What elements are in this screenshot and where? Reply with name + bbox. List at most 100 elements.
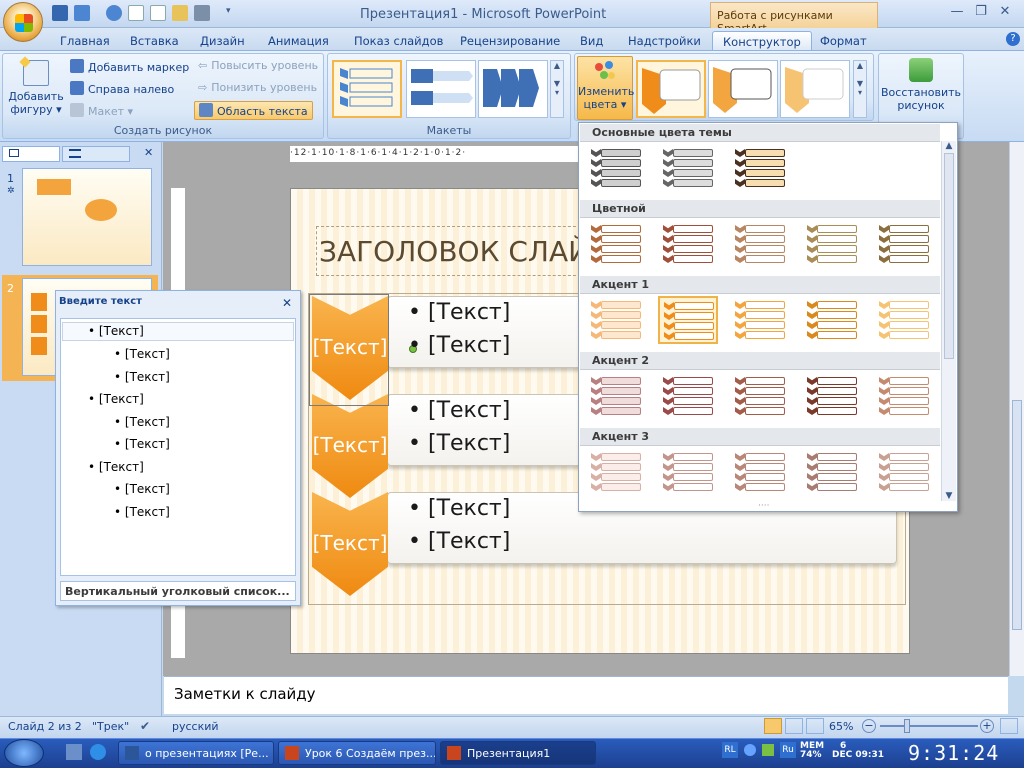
customize-qat-icon[interactable]: ▾ — [226, 6, 231, 16]
language-tray-icon[interactable]: RL — [722, 742, 738, 758]
tab-home[interactable]: Главная — [60, 31, 110, 51]
scroll-up-icon[interactable]: ▲ — [942, 141, 956, 151]
scroll-thumb[interactable] — [1012, 400, 1022, 630]
promote-button[interactable]: ⇦ Повысить уровень — [198, 59, 318, 72]
tab-review[interactable]: Рецензирование — [460, 31, 560, 51]
spell-check-icon[interactable]: ✔ — [140, 719, 150, 733]
restore-icon[interactable]: ❐ — [970, 4, 992, 22]
color-option-swatch[interactable] — [658, 448, 718, 496]
layout-arrow-list[interactable] — [478, 60, 548, 118]
start-button[interactable] — [4, 739, 44, 767]
color-option-swatch[interactable] — [802, 372, 862, 420]
color-option-swatch[interactable] — [586, 144, 646, 192]
layout-button[interactable]: Макет ▾ — [70, 103, 133, 118]
tab-constructor[interactable]: Конструктор — [712, 31, 812, 51]
open-folder-icon[interactable] — [172, 5, 188, 21]
office-button[interactable] — [3, 2, 43, 42]
demote-button[interactable]: ⇨ Понизить уровень — [198, 81, 317, 94]
color-option-swatch[interactable] — [586, 296, 646, 344]
tab-design[interactable]: Дизайн — [200, 31, 245, 51]
color-option-swatch[interactable] — [730, 144, 790, 192]
taskbar-presentation1[interactable]: Презентация1 — [440, 741, 596, 765]
tab-view[interactable]: Вид — [580, 31, 603, 51]
bullet-text[interactable]: • [Текст] — [408, 496, 510, 521]
slide-thumbnail-1[interactable] — [22, 168, 152, 266]
tab-slides[interactable] — [2, 146, 60, 162]
bullet-text[interactable]: • [Текст] — [408, 398, 510, 423]
color-option-swatch[interactable] — [802, 448, 862, 496]
scroll-thumb[interactable] — [944, 153, 954, 359]
color-option-swatch[interactable] — [730, 372, 790, 420]
help-icon[interactable]: ? — [1006, 32, 1020, 46]
text-pane-layout-link[interactable]: Вертикальный уголковый список... — [60, 581, 296, 601]
zoom-in-icon[interactable]: + — [980, 719, 994, 733]
tray-app-icon[interactable] — [762, 744, 774, 756]
bullet-text[interactable]: • [Текст] — [408, 529, 510, 554]
theme-name[interactable]: "Трек" — [92, 720, 129, 733]
text-pane-item[interactable]: • [Текст] — [88, 324, 144, 338]
new-doc-icon[interactable] — [128, 5, 144, 21]
color-option-swatch[interactable] — [730, 220, 790, 268]
tab-insert[interactable]: Вставка — [130, 31, 179, 51]
redo-icon[interactable] — [106, 5, 122, 21]
color-option-swatch[interactable] — [658, 144, 718, 192]
tab-outline[interactable] — [62, 146, 130, 162]
reset-graphic-button[interactable]: Восстановить рисунок — [880, 56, 962, 120]
text-pane-item[interactable]: • [Текст] — [114, 415, 170, 429]
language[interactable]: русский — [172, 720, 219, 733]
zoom-out-icon[interactable]: − — [862, 719, 876, 733]
layout-vertical-chevron-list[interactable] — [332, 60, 402, 118]
close-pane-icon[interactable]: ✕ — [144, 146, 153, 159]
slide-title[interactable]: ЗАГОЛОВОК СЛАЙДА — [316, 226, 586, 276]
scroll-down-icon[interactable]: ▼ — [942, 491, 956, 501]
add-bullet-button[interactable]: Добавить маркер — [70, 59, 189, 74]
network-icon[interactable] — [744, 744, 756, 756]
color-option-swatch[interactable] — [730, 448, 790, 496]
color-option-swatch[interactable] — [874, 448, 934, 496]
text-pane-item[interactable]: • [Текст] — [114, 482, 170, 496]
taskbar-word-doc[interactable]: о презентациях [Ре... — [118, 741, 274, 765]
layout-process-list[interactable] — [406, 60, 476, 118]
zoom-level[interactable]: 65% — [829, 720, 853, 733]
slide-sorter-icon[interactable] — [785, 718, 803, 734]
resize-grip-icon[interactable]: ···· — [758, 501, 769, 511]
zoom-slider-thumb[interactable] — [904, 719, 910, 733]
text-pane-item[interactable]: • [Текст] — [114, 370, 170, 384]
editor-scrollbar[interactable] — [1009, 142, 1024, 676]
style-option-1[interactable] — [636, 60, 706, 118]
slideshow-view-icon[interactable] — [806, 718, 824, 734]
color-option-swatch[interactable] — [874, 220, 934, 268]
print-icon[interactable] — [194, 5, 210, 21]
tab-slideshow[interactable]: Показ слайдов — [354, 31, 443, 51]
color-option-swatch[interactable] — [874, 296, 934, 344]
print-preview-icon[interactable] — [150, 5, 166, 21]
keyboard-layout-icon[interactable]: Ru — [780, 742, 796, 758]
style-option-3[interactable] — [780, 60, 850, 118]
text-pane-close-icon[interactable]: ✕ — [282, 296, 292, 310]
minimize-icon[interactable]: — — [946, 4, 968, 22]
taskbar-lesson-doc[interactable]: Урок 6 Создаём през... — [278, 741, 436, 765]
color-option-swatch[interactable] — [586, 372, 646, 420]
bullet-text[interactable]: • [Текст] — [408, 333, 510, 358]
notes-pane[interactable]: Заметки к слайду — [164, 676, 1008, 714]
bullet-text[interactable]: • [Текст] — [408, 300, 510, 325]
color-option-swatch[interactable] — [658, 372, 718, 420]
styles-gallery-scroll[interactable]: ▲ ▼ ▾ — [853, 60, 867, 118]
color-option-swatch[interactable] — [802, 296, 862, 344]
fit-to-window-icon[interactable] — [1000, 718, 1018, 734]
right-to-left-button[interactable]: Справа налево — [70, 81, 174, 96]
dropdown-scrollbar[interactable]: ▲ ▼ — [941, 141, 956, 501]
color-option-swatch[interactable] — [730, 296, 790, 344]
save-icon[interactable] — [52, 5, 68, 21]
normal-view-icon[interactable] — [764, 718, 782, 734]
zoom-slider[interactable] — [880, 725, 978, 727]
color-option-swatch[interactable] — [874, 372, 934, 420]
text-pane-button[interactable]: Область текста — [194, 101, 313, 120]
bullet-text[interactable]: • [Текст] — [408, 431, 510, 456]
tab-animation[interactable]: Анимация — [268, 31, 329, 51]
color-option-swatch[interactable] — [802, 220, 862, 268]
close-icon[interactable]: ✕ — [994, 4, 1016, 22]
add-shape-button[interactable]: Добавить фигуру ▾ — [8, 56, 64, 120]
text-pane-item[interactable]: • [Текст] — [88, 392, 144, 406]
text-pane-editor[interactable] — [60, 318, 296, 576]
